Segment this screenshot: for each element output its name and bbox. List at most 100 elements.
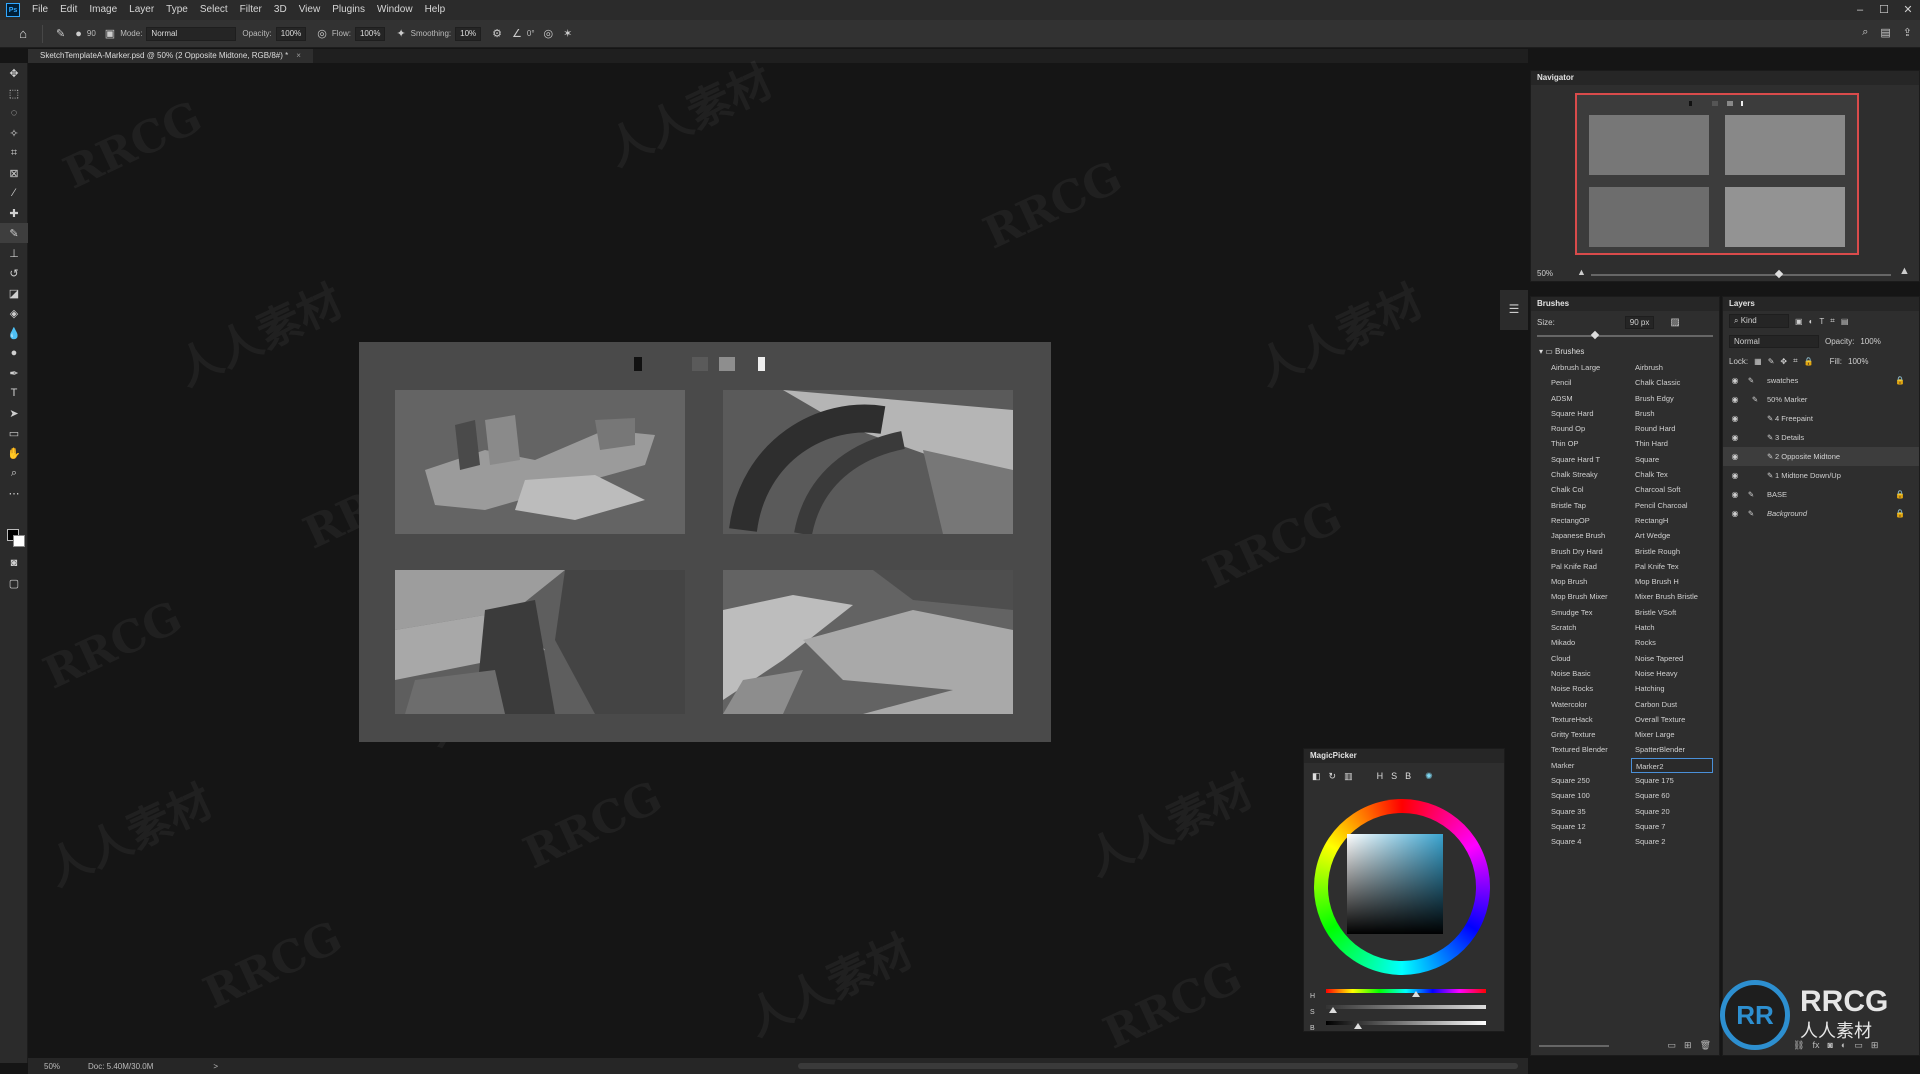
brush-preset-item[interactable]: Square	[1631, 452, 1713, 467]
visibility-eye-icon[interactable]: ◉	[1727, 395, 1743, 404]
brush-tool-icon[interactable]: ✎	[56, 27, 65, 40]
brush-preset-item[interactable]: Mop Brush	[1547, 574, 1629, 589]
gear-icon[interactable]: ⚙	[492, 27, 502, 40]
eraser-tool-icon[interactable]: ◪	[0, 283, 28, 303]
brush-preset-item[interactable]: Brush	[1631, 406, 1713, 421]
workspace-icon[interactable]: ▤	[1880, 26, 1890, 39]
horizontal-scrollbar[interactable]	[798, 1063, 1518, 1069]
visibility-eye-icon[interactable]: ◉	[1727, 414, 1743, 423]
dodge-tool-icon[interactable]: ●	[0, 343, 28, 363]
brush-preset-item[interactable]: Square 100	[1547, 788, 1629, 803]
layer-row[interactable]: ◉ ✎ 4 Freepaint	[1723, 409, 1919, 428]
brush-preset-item[interactable]: Mikado	[1547, 635, 1629, 650]
filter-adjustment-icon[interactable]: ◐	[1809, 317, 1814, 326]
layer-kind-filter[interactable]: ⌕ Kind	[1729, 314, 1789, 328]
hand-tool-icon[interactable]: ✋	[0, 443, 28, 463]
menu-filter[interactable]: Filter	[234, 0, 268, 20]
menu-plugins[interactable]: Plugins	[326, 0, 371, 20]
menu-type[interactable]: Type	[160, 0, 194, 20]
refresh-icon[interactable]: ↻	[1329, 771, 1337, 782]
menu-layer[interactable]: Layer	[123, 0, 160, 20]
navigator-zoom-value[interactable]: 50%	[1537, 269, 1553, 278]
layer-row[interactable]: ◉ ✎ 3 Details	[1723, 428, 1919, 447]
brush-preset-item[interactable]: Noise Basic	[1547, 666, 1629, 681]
angle-value[interactable]: 0°	[527, 29, 535, 38]
visibility-eye-icon[interactable]: ◉	[1727, 376, 1743, 385]
opacity-field[interactable]: 100%	[275, 26, 307, 41]
zoom-out-icon[interactable]: ▲	[1577, 267, 1586, 277]
pen-tool-icon[interactable]: ✒	[0, 363, 28, 383]
menu-image[interactable]: Image	[83, 0, 123, 20]
brush-preset-item[interactable]: Square 250	[1547, 773, 1629, 788]
brush-tool-icon[interactable]: ✎	[0, 223, 28, 243]
visibility-eye-icon[interactable]: ◉	[1727, 433, 1743, 442]
layer-fill-field[interactable]: 100%	[1848, 357, 1868, 366]
background-color-swatch[interactable]	[13, 535, 25, 547]
saturation-slider-handle[interactable]	[1329, 1007, 1338, 1013]
brush-size-slider[interactable]	[1537, 330, 1713, 340]
brush-preset-item[interactable]: Square Hard	[1547, 406, 1629, 421]
brush-preset-item[interactable]: Thin Hard	[1631, 436, 1713, 451]
brush-preset-item[interactable]: Brush Dry Hard	[1547, 544, 1629, 559]
brush-preset-item[interactable]: Square 60	[1631, 788, 1713, 803]
pressure-size-icon[interactable]: ◎	[544, 27, 554, 40]
brush-preset-item[interactable]: Square 12	[1547, 819, 1629, 834]
brush-preset-item[interactable]: RectangH	[1631, 513, 1713, 528]
brush-preset-item[interactable]: Cloud	[1547, 651, 1629, 666]
brush-preset-item[interactable]: Noise Rocks	[1547, 681, 1629, 696]
close-tab-icon[interactable]: ×	[296, 51, 301, 60]
flow-field[interactable]: 100%	[354, 26, 386, 41]
search-icon[interactable]: ⌕	[1862, 26, 1868, 39]
brush-preset-item[interactable]: TextureHack	[1547, 712, 1629, 727]
brush-preset-item[interactable]: Scratch	[1547, 620, 1629, 635]
mode-h[interactable]: H	[1377, 771, 1384, 782]
brush-preset-item[interactable]: Overall Texture	[1631, 712, 1713, 727]
crop-tool-icon[interactable]: ⌗	[0, 143, 28, 163]
pressure-opacity-icon[interactable]: ◎	[317, 27, 327, 40]
brush-preset-item[interactable]: Mop Brush H	[1631, 574, 1713, 589]
sun-icon[interactable]: ✺	[1425, 771, 1433, 782]
brush-preset-item[interactable]: Airbrush	[1631, 360, 1713, 375]
brush-size-field[interactable]: 90 px	[1624, 315, 1655, 329]
brush-preset-item[interactable]: Rocks	[1631, 635, 1713, 650]
filter-pixel-icon[interactable]: ▣	[1795, 317, 1803, 326]
zoom-in-icon[interactable]: ▲	[1899, 265, 1910, 277]
layer-row[interactable]: ◉ ✎ 2 Opposite Midtone	[1723, 447, 1919, 466]
layer-row[interactable]: ◉ ✎ swatches 🔒	[1723, 371, 1919, 390]
brush-preset-item[interactable]: Hatch	[1631, 620, 1713, 635]
lasso-tool-icon[interactable]: ◌	[0, 103, 28, 123]
brush-preset-item[interactable]: Chalk Streaky	[1547, 467, 1629, 482]
navigator-zoom-slider[interactable]	[1591, 269, 1891, 279]
lock-position-icon[interactable]: ✥	[1780, 357, 1787, 366]
brush-preset-item[interactable]: Bristle Tap	[1547, 498, 1629, 513]
zoom-slider-handle[interactable]	[1774, 269, 1784, 279]
menu-window[interactable]: Window	[371, 0, 419, 20]
new-folder-icon[interactable]: ▭	[1668, 1040, 1677, 1051]
brush-preset-item[interactable]: Pal Knife Rad	[1547, 559, 1629, 574]
eyedropper-tool-icon[interactable]: ⁄	[0, 183, 28, 203]
brush-preset-item[interactable]: Japanese Brush	[1547, 528, 1629, 543]
brush-preset-item[interactable]: Marker2	[1631, 757, 1713, 774]
brush-preset-item[interactable]: Textured Blender	[1547, 742, 1629, 757]
menu-view[interactable]: View	[293, 0, 327, 20]
visibility-eye-icon[interactable]: ◉	[1727, 471, 1743, 480]
navigator-view-box[interactable]	[1575, 93, 1859, 255]
brush-preset-item[interactable]: Mixer Brush Bristle	[1631, 589, 1713, 604]
mode-select[interactable]: Normal	[146, 26, 237, 41]
brush-preset-item[interactable]: Carbon Dust	[1631, 697, 1713, 712]
brush-preset-item[interactable]: Smudge Tex	[1547, 605, 1629, 620]
color-swatch-icon[interactable]: ◧	[1312, 771, 1321, 782]
more-tools-icon[interactable]: ⋯	[0, 483, 28, 503]
lock-all-icon[interactable]: 🔒	[1804, 357, 1814, 366]
brush-preset-item[interactable]: Square 20	[1631, 804, 1713, 819]
brush-preset-item[interactable]: Airbrush Large	[1547, 360, 1629, 375]
brush-preset-item[interactable]: Marker	[1547, 758, 1629, 773]
layer-row[interactable]: ◉ ✎ Background 🔒	[1723, 504, 1919, 523]
hue-slider[interactable]	[1326, 989, 1486, 997]
brush-preset-item[interactable]: Round Op	[1547, 421, 1629, 436]
menu-edit[interactable]: Edit	[54, 0, 83, 20]
status-arrow[interactable]: >	[213, 1062, 218, 1071]
brush-preset-item[interactable]: Square 35	[1547, 804, 1629, 819]
share-icon[interactable]: ⇪	[1903, 26, 1912, 39]
paint-bucket-tool-icon[interactable]: ◈	[0, 303, 28, 323]
